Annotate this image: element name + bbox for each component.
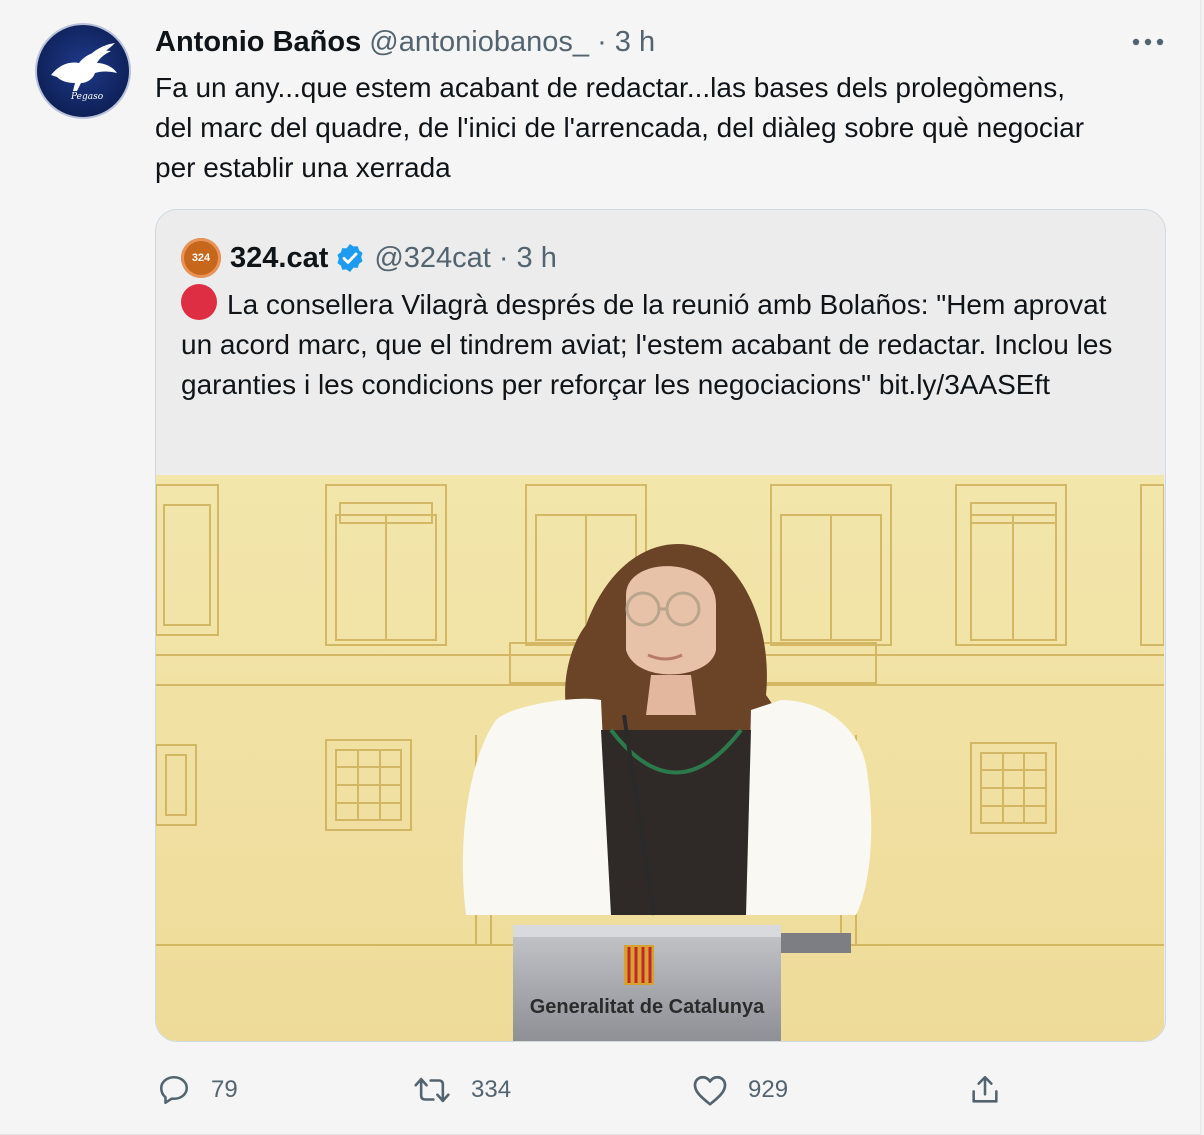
avatar-brand-text: Pegaso (70, 92, 104, 102)
author-handle[interactable]: @antoniobanos_ (369, 26, 589, 58)
press-conference-photo: Generalitat de Catalunya (156, 475, 1165, 1041)
tweet-header: Antonio Baños @antoniobanos_ · 3 h (155, 26, 655, 58)
pegaso-logo-icon: Pegaso (51, 43, 117, 102)
quoted-author-handle[interactable]: @324cat (374, 240, 491, 276)
retweet-button[interactable]: 334 (413, 1068, 511, 1112)
quoted-tweet-time[interactable]: 3 h (517, 240, 557, 276)
reply-icon (159, 1075, 189, 1105)
reply-count: 79 (211, 1076, 238, 1103)
quoted-header: 324 324.cat @324cat · 3 h (181, 238, 557, 278)
quoted-tweet-text: La consellera Vilagrà després de la reun… (181, 284, 1131, 405)
share-button[interactable] (968, 1068, 1002, 1112)
more-options-button[interactable] (1126, 24, 1170, 60)
retweet-icon (414, 1077, 450, 1103)
quoted-tweet-body: La consellera Vilagrà després de la reun… (181, 289, 1113, 400)
author-name[interactable]: Antonio Baños (155, 26, 361, 58)
like-button[interactable]: 929 (692, 1068, 788, 1112)
quoted-avatar[interactable]: 324 (181, 238, 221, 278)
reply-button[interactable]: 79 (157, 1068, 238, 1112)
share-icon (972, 1075, 998, 1103)
tweet-card[interactable]: Pegaso Antonio Baños @antoniobanos_ · 3 … (0, 0, 1201, 1135)
like-icon (693, 1075, 727, 1106)
quoted-tweet[interactable]: 324 324.cat @324cat · 3 h La consellera … (155, 209, 1166, 1042)
verified-badge-icon (334, 242, 366, 274)
quoted-media-image[interactable]: Generalitat de Catalunya (156, 475, 1165, 1041)
header-separator: · (597, 26, 607, 58)
tweet-actions: 79 334 929 (0, 1068, 1200, 1112)
quoted-header-separator: · (498, 242, 509, 274)
like-count: 929 (748, 1076, 789, 1103)
ellipsis-icon (1132, 38, 1164, 46)
tweet-time[interactable]: 3 h (615, 26, 655, 58)
podium-label: Generalitat de Catalunya (530, 996, 765, 1018)
tweet-text: Fa un any...que estem acabant de redacta… (155, 72, 1085, 183)
red-circle-icon (181, 284, 217, 320)
retweet-count: 334 (471, 1076, 512, 1103)
quoted-author-name[interactable]: 324.cat (230, 240, 328, 276)
quoted-avatar-text: 324 (191, 252, 211, 264)
author-avatar[interactable]: Pegaso (35, 23, 131, 119)
